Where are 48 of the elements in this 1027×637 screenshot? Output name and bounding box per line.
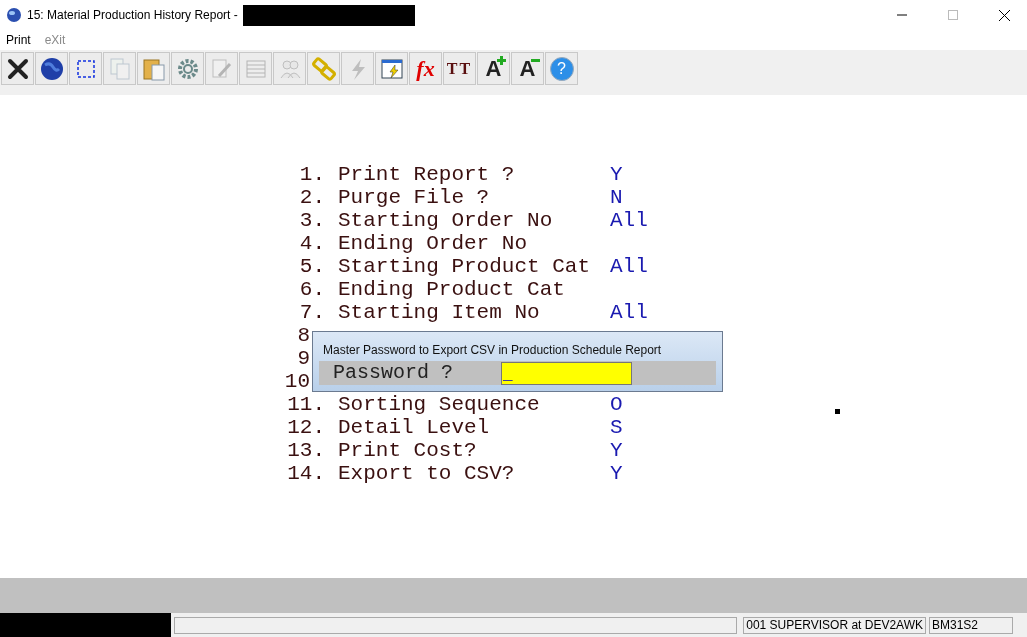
option-number: 9 [296, 347, 311, 370]
option-label: Ending Order No [338, 232, 529, 255]
option-label: Ending Product Cat [338, 278, 566, 301]
font-decrease-button[interactable]: A [511, 52, 544, 85]
option-value: Y [610, 439, 623, 462]
option-number: 7. [298, 301, 325, 324]
option-number: 1. [298, 163, 325, 186]
status-user: 001 SUPERVISOR at DEV2AWK [743, 616, 926, 634]
option-number: 14. [286, 462, 325, 485]
option-label: Detail Level [338, 416, 491, 439]
option-label: Print Report ? [338, 163, 516, 186]
option-value: S [610, 416, 623, 439]
menu-item[interactable]: Print [6, 31, 31, 49]
option-number: 2. [298, 186, 325, 209]
option-label: Sorting Sequence [338, 393, 541, 416]
option-label: Starting Order No [338, 209, 554, 232]
option-number: 4. [298, 232, 325, 255]
option-number: 6. [298, 278, 325, 301]
option-value: O [610, 393, 623, 416]
dialog-title: Master Password to Export CSV in Production Schedule Report [322, 342, 663, 359]
font-increase-button[interactable]: A [477, 52, 510, 85]
option-label: Export to CSV? [338, 462, 516, 485]
option-number: 10 [283, 370, 311, 393]
status-program: BM31S2 [929, 616, 1013, 634]
option-number: 5. [298, 255, 325, 278]
maximize-icon [948, 10, 958, 20]
option-value: All [610, 301, 648, 324]
option-label: Starting Product Cat [338, 255, 592, 278]
option-value: All [610, 209, 648, 232]
window-title: 15: Material Production History Report - [27, 7, 238, 24]
option-number: 3. [298, 209, 325, 232]
app-globe-icon [6, 7, 22, 23]
option-value: All [610, 255, 648, 278]
option-label: Purge File ? [338, 186, 491, 209]
close-icon [998, 9, 1010, 21]
password-label: Password ? [333, 360, 455, 386]
option-number: 12. [286, 416, 325, 439]
option-label: Starting Item No [338, 301, 541, 324]
font-size-button[interactable]: TT [443, 52, 476, 85]
option-value: Y [610, 462, 623, 485]
password-field[interactable]: _ [501, 361, 632, 385]
option-number: 13. [286, 439, 325, 462]
option-label: Print Cost? [338, 439, 478, 462]
option-value: Y [610, 163, 623, 186]
option-value: N [610, 186, 623, 209]
option-number: 11. [286, 393, 325, 416]
option-number: 8 [296, 324, 311, 347]
function-button[interactable]: fx [409, 52, 442, 85]
